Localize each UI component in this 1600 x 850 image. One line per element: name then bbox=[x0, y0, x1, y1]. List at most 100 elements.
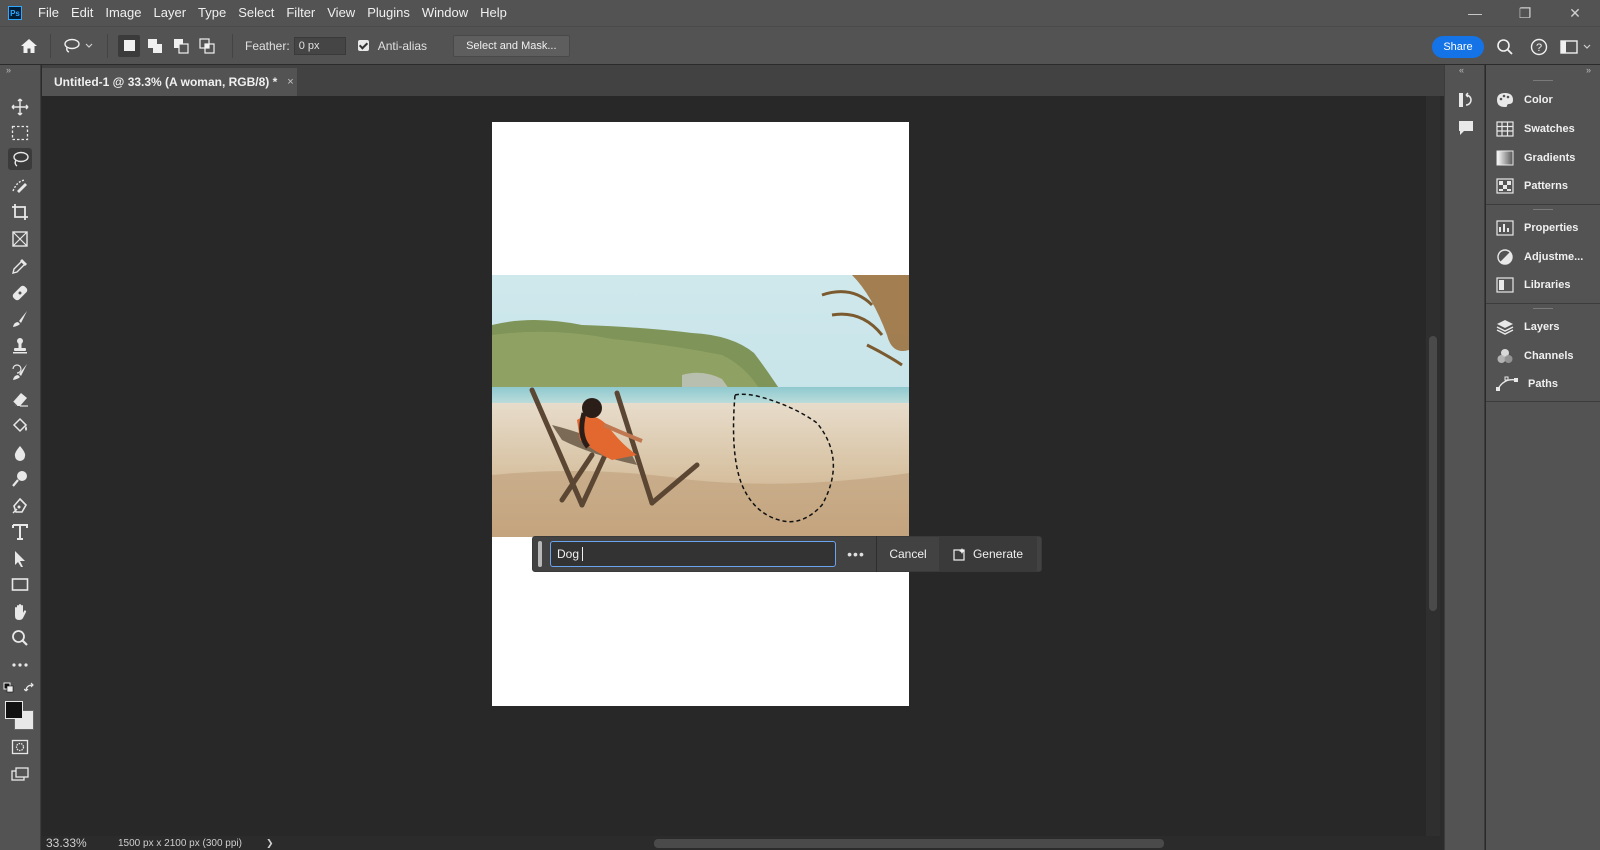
type-tool-icon[interactable] bbox=[8, 521, 32, 543]
panel-properties[interactable]: Properties bbox=[1496, 217, 1578, 239]
menu-plugins[interactable]: Plugins bbox=[361, 0, 416, 26]
menu-filter[interactable]: Filter bbox=[280, 0, 321, 26]
more-options-button[interactable]: ••• bbox=[836, 546, 876, 562]
collapse-toolbar-icon[interactable]: » bbox=[6, 65, 11, 75]
comments-icon[interactable] bbox=[1457, 119, 1475, 140]
feather-label: Feather: bbox=[245, 38, 290, 53]
swap-colors-icon[interactable] bbox=[23, 682, 36, 697]
vertical-scroll-thumb[interactable] bbox=[1429, 336, 1437, 611]
cancel-button[interactable]: Cancel bbox=[877, 536, 939, 572]
search-icon[interactable] bbox=[1496, 38, 1514, 59]
expand-panels-icon[interactable]: « bbox=[1459, 65, 1464, 75]
crop-tool-icon[interactable] bbox=[8, 201, 32, 223]
panel-patterns-label: Patterns bbox=[1524, 180, 1569, 192]
lasso-tool-icon[interactable] bbox=[8, 148, 32, 170]
move-tool-icon[interactable] bbox=[8, 96, 32, 118]
rectangle-tool-icon[interactable] bbox=[8, 574, 32, 596]
menu-bar: Ps File Edit Image Layer Type Select Fil… bbox=[0, 0, 1600, 26]
marquee-tool-icon[interactable] bbox=[8, 122, 32, 144]
menu-window[interactable]: Window bbox=[416, 0, 474, 26]
patterns-icon bbox=[1496, 178, 1514, 194]
home-icon[interactable] bbox=[18, 35, 40, 57]
close-window-icon[interactable]: ✕ bbox=[1552, 0, 1598, 26]
path-selection-tool-icon[interactable] bbox=[8, 548, 32, 570]
blur-tool-icon[interactable] bbox=[8, 442, 32, 464]
properties-icon bbox=[1496, 220, 1514, 236]
panel-gradients[interactable]: Gradients bbox=[1496, 147, 1575, 169]
collapsed-panels-strip: « bbox=[1444, 65, 1485, 850]
panel-libraries[interactable]: Libraries bbox=[1496, 274, 1570, 296]
document-tab-title: Untitled-1 @ 33.3% (A woman, RGB/8) * bbox=[54, 75, 278, 89]
share-button[interactable]: Share bbox=[1432, 36, 1484, 58]
adjustments-icon bbox=[1497, 249, 1513, 265]
drag-handle[interactable] bbox=[538, 541, 542, 567]
dodge-tool-icon[interactable] bbox=[8, 468, 32, 490]
intersect-selection-icon[interactable] bbox=[196, 35, 218, 57]
object-selection-tool-icon[interactable] bbox=[8, 175, 32, 197]
panel-swatches[interactable]: Swatches bbox=[1496, 118, 1575, 140]
panel-channels[interactable]: Channels bbox=[1496, 345, 1574, 367]
panel-patterns[interactable]: Patterns bbox=[1496, 175, 1568, 197]
minimize-icon[interactable]: — bbox=[1452, 0, 1498, 26]
document-canvas[interactable] bbox=[492, 122, 909, 706]
history-icon[interactable] bbox=[1457, 91, 1475, 112]
pen-tool-icon[interactable] bbox=[8, 495, 32, 517]
panel-adjustments-label: Adjustme... bbox=[1524, 251, 1584, 263]
hand-tool-icon[interactable] bbox=[8, 601, 32, 623]
panel-adjustments[interactable]: Adjustme... bbox=[1496, 246, 1583, 268]
horizontal-scroll-thumb[interactable] bbox=[654, 839, 1164, 848]
menu-layer[interactable]: Layer bbox=[148, 0, 193, 26]
feather-input[interactable]: 0 px bbox=[293, 36, 346, 55]
menu-help[interactable]: Help bbox=[474, 0, 513, 26]
clone-stamp-tool-icon[interactable] bbox=[8, 335, 32, 357]
healing-brush-tool-icon[interactable] bbox=[8, 282, 32, 304]
eraser-tool-icon[interactable] bbox=[8, 388, 32, 410]
antialias-checkbox[interactable] bbox=[357, 40, 369, 51]
panel-channels-label: Channels bbox=[1524, 350, 1574, 362]
menu-select[interactable]: Select bbox=[232, 0, 280, 26]
eyedropper-tool-icon[interactable] bbox=[8, 255, 32, 277]
panel-libraries-label: Libraries bbox=[1524, 279, 1571, 291]
document-info: 1500 px x 2100 px (300 ppi) bbox=[118, 837, 242, 849]
history-brush-tool-icon[interactable] bbox=[8, 361, 32, 383]
menu-image[interactable]: Image bbox=[99, 0, 147, 26]
screen-mode-icon[interactable] bbox=[8, 763, 32, 785]
canvas-area[interactable]: Dog ••• Cancel Generate bbox=[42, 96, 1426, 836]
zoom-tool-icon[interactable] bbox=[8, 627, 32, 649]
more-tools-icon[interactable] bbox=[8, 654, 32, 676]
tools-panel: » bbox=[0, 65, 41, 850]
frame-tool-icon[interactable] bbox=[8, 228, 32, 250]
document-tab[interactable]: Untitled-1 @ 33.3% (A woman, RGB/8) * × bbox=[42, 68, 297, 96]
menu-edit[interactable]: Edit bbox=[65, 0, 99, 26]
generate-button[interactable]: Generate bbox=[939, 536, 1037, 572]
generative-fill-bar: Dog ••• Cancel Generate bbox=[532, 536, 1042, 572]
menu-type[interactable]: Type bbox=[192, 0, 232, 26]
select-and-mask-button[interactable]: Select and Mask... bbox=[453, 34, 570, 57]
close-tab-icon[interactable]: × bbox=[287, 76, 293, 88]
quick-mask-icon[interactable] bbox=[8, 736, 32, 758]
generate-label: Generate bbox=[972, 547, 1024, 561]
layers-icon bbox=[1496, 320, 1514, 335]
collapse-panels-icon[interactable]: » bbox=[1586, 65, 1591, 75]
zoom-level[interactable]: 33.33% bbox=[46, 836, 118, 850]
status-menu-arrow[interactable]: ❯ bbox=[266, 838, 274, 849]
menu-file[interactable]: File bbox=[32, 0, 65, 26]
subtract-selection-icon[interactable] bbox=[170, 35, 192, 57]
help-icon[interactable]: ? bbox=[1530, 38, 1548, 59]
menu-view[interactable]: View bbox=[321, 0, 361, 26]
new-selection-icon[interactable] bbox=[118, 34, 140, 57]
foreground-color-swatch[interactable] bbox=[5, 701, 23, 719]
vertical-scrollbar[interactable] bbox=[1426, 96, 1440, 836]
panel-color[interactable]: Color bbox=[1496, 89, 1553, 111]
panel-paths[interactable]: Paths bbox=[1496, 373, 1558, 395]
antialias-label: Anti-alias bbox=[377, 38, 428, 53]
brush-tool-icon[interactable] bbox=[8, 308, 32, 330]
restore-icon[interactable]: ❐ bbox=[1502, 0, 1548, 26]
prompt-input[interactable]: Dog bbox=[550, 541, 836, 567]
panel-layers[interactable]: Layers bbox=[1496, 316, 1559, 338]
workspace-icon[interactable] bbox=[1560, 40, 1596, 57]
add-selection-icon[interactable] bbox=[144, 35, 166, 57]
paint-bucket-tool-icon[interactable] bbox=[8, 415, 32, 437]
lasso-preset-icon[interactable] bbox=[61, 35, 97, 57]
default-colors-icon[interactable] bbox=[3, 682, 15, 697]
